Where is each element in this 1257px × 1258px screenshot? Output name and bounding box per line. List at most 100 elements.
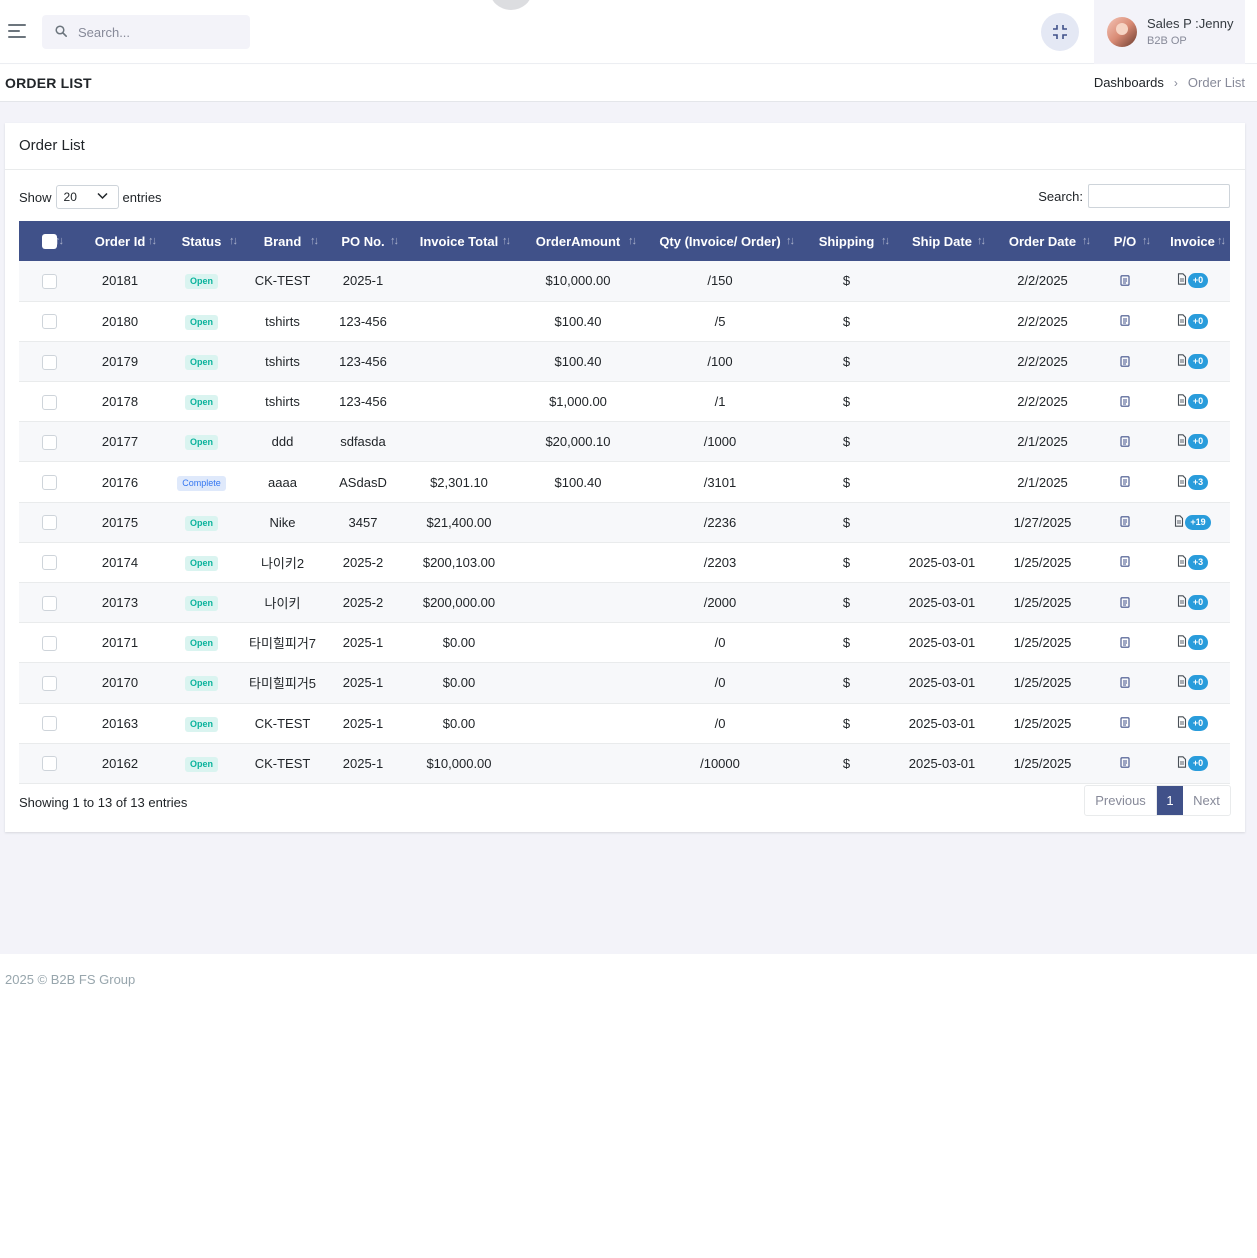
purchase-order-icon[interactable] [1120,676,1130,691]
po-no-cell: sdfasda [340,434,386,450]
order-id-link[interactable]: 20163 [79,703,161,743]
table-row: 20170 Open 타미힐피거5 2025-1 $0.00/0 $2025-03-01 1… [19,662,1230,704]
select-all-header[interactable]: ↑↓ [19,221,79,261]
invoice-file-icon[interactable] [1177,354,1187,369]
row-checkbox[interactable] [41,394,57,410]
purchase-order-icon[interactable] [1120,756,1130,771]
hamburger-menu-icon[interactable] [8,24,26,38]
purchase-order-icon[interactable] [1120,475,1130,490]
row-checkbox[interactable] [41,555,57,571]
previous-page-button[interactable]: Previous [1085,786,1157,815]
order-amount-cell: $100.40 [554,353,602,369]
row-checkbox[interactable] [41,354,57,370]
invoice-file-icon[interactable] [1174,514,1184,530]
order-id-link[interactable]: 20180 [79,301,161,341]
invoice-cell: +0 [1155,422,1230,462]
page-1-button[interactable]: 1 [1157,786,1183,815]
row-checkbox[interactable] [41,314,57,330]
column-header[interactable]: Invoice Total ↑↓ [403,221,515,261]
row-checkbox[interactable] [41,756,57,772]
column-header[interactable]: PO No. ↑↓ [323,221,403,261]
row-select-cell [19,301,79,341]
shipping-cell: $ [842,394,851,410]
invoice-file-icon[interactable] [1177,434,1187,449]
invoice-file-icon[interactable] [1177,675,1187,690]
row-checkbox[interactable] [41,716,57,732]
row-checkbox[interactable] [41,475,57,491]
shipping-cell: $ [842,313,851,329]
order-id-link[interactable]: 20162 [79,743,161,783]
status-badge: Complete [177,475,226,491]
invoice-file-icon[interactable] [1177,273,1187,288]
order-amount-cell [515,583,641,623]
shipping-cell: $ [842,635,851,651]
po-no-cell: ASdasD [339,474,387,490]
order-date-cell: 2/1/2025 [1017,434,1068,450]
column-header[interactable]: Brand ↑↓ [242,221,323,261]
order-id-link[interactable]: 20181 [79,261,161,301]
invoice-total-cell: $200,000.00 [422,595,496,611]
page-length-select[interactable]: 20 [55,185,119,209]
purchase-order-icon[interactable] [1120,314,1130,329]
page-length-value: 20 [63,190,77,204]
sort-icon: ↑↓ [786,235,795,247]
row-checkbox[interactable] [41,635,57,651]
purchase-order-icon[interactable] [1120,515,1130,530]
invoice-file-icon[interactable] [1177,474,1187,490]
column-header[interactable]: Status ↑↓ [161,221,242,261]
column-header[interactable]: Shipping ↑↓ [799,221,894,261]
table-search-input[interactable] [1088,184,1230,208]
global-search-input[interactable] [78,15,243,49]
purchase-order-icon[interactable] [1120,435,1130,450]
table-row: 20178 Open tshirts 123-456 $1,000.00/1 $2/2/2… [19,382,1230,422]
user-profile-menu[interactable]: Sales P :Jenny B2B OP [1094,0,1245,64]
purchase-order-icon[interactable] [1120,716,1130,731]
po-cell [1095,583,1155,623]
card-title: Order List [19,137,85,154]
order-id-link[interactable]: 20178 [79,382,161,422]
column-header[interactable]: Qty (Invoice/ Order) ↑↓ [641,221,799,261]
breadcrumb-dashboards-link[interactable]: Dashboards [1094,75,1164,90]
order-id-link[interactable]: 20170 [79,663,161,703]
invoice-file-icon[interactable] [1177,715,1187,731]
column-header[interactable]: Ship Date ↑↓ [894,221,990,261]
row-checkbox[interactable] [41,515,57,531]
column-header[interactable]: P/O ↑↓ [1095,221,1155,261]
order-id-link[interactable]: 20175 [79,502,161,542]
order-date-cell: 2/2/2025 [1017,273,1068,289]
next-page-button[interactable]: Next [1183,786,1230,815]
invoice-file-icon[interactable] [1177,314,1187,329]
purchase-order-icon[interactable] [1120,395,1130,410]
order-id-link[interactable]: 20173 [79,583,161,623]
invoice-total-cell: $10,000.00 [426,755,492,771]
column-header[interactable]: Invoice ↑↓ [1155,221,1230,261]
order-id-link[interactable]: 20176 [79,462,161,502]
purchase-order-icon[interactable] [1120,355,1130,370]
invoice-file-icon[interactable] [1177,595,1187,610]
sort-icon: ↑↓ [502,235,511,247]
row-checkbox[interactable] [41,434,57,450]
column-header[interactable]: Order Date ↑↓ [990,221,1095,261]
column-header[interactable]: Order Id ↑↓ [79,221,161,261]
po-cell [1095,382,1155,422]
order-amount-cell [515,663,641,703]
row-checkbox[interactable] [41,595,57,611]
order-id-link[interactable]: 20171 [79,623,161,663]
order-id-link[interactable]: 20177 [79,422,161,462]
purchase-order-icon[interactable] [1120,274,1130,289]
invoice-file-icon[interactable] [1177,555,1187,570]
order-id-link[interactable]: 20179 [79,341,161,381]
invoice-file-icon[interactable] [1177,756,1187,771]
column-header[interactable]: OrderAmount ↑↓ [515,221,641,261]
exit-fullscreen-button[interactable] [1041,13,1079,51]
order-id-link[interactable]: 20174 [79,542,161,582]
invoice-file-icon[interactable] [1177,635,1187,650]
purchase-order-icon[interactable] [1120,596,1130,611]
brand-cell: tshirts [265,353,300,369]
purchase-order-icon[interactable] [1120,555,1130,570]
invoice-file-icon[interactable] [1177,394,1187,409]
row-checkbox[interactable] [41,273,57,289]
row-checkbox[interactable] [41,676,57,691]
purchase-order-icon[interactable] [1120,636,1130,651]
invoice-count-badge: +0 [1187,715,1209,731]
